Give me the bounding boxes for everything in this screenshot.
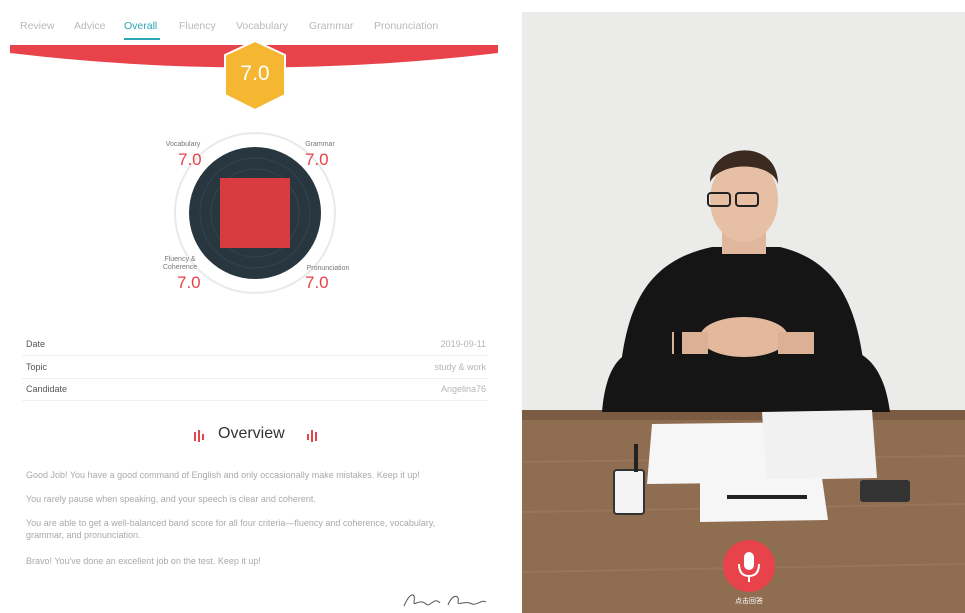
tab-review[interactable]: Review	[20, 20, 54, 32]
info-value: study & work	[434, 362, 486, 372]
overview-paragraph: Good Job! You have a good command of Eng…	[26, 470, 420, 480]
examiner-video: 点击回答	[522, 12, 965, 613]
info-value: 2019-09-11	[440, 339, 486, 349]
tab-vocabulary[interactable]: Vocabulary	[236, 20, 288, 32]
info-value: Angelina76	[440, 384, 486, 394]
overview-heading: Overview	[160, 424, 350, 448]
tab-pronunciation[interactable]: Pronunciation	[374, 20, 438, 32]
tab-advice[interactable]: Advice	[74, 20, 106, 32]
score-area	[220, 178, 290, 248]
tab-bar: Review Advice Overall Fluency Vocabulary…	[0, 0, 500, 42]
video-frame	[522, 12, 965, 613]
tab-fluency[interactable]: Fluency	[179, 20, 216, 32]
overview-paragraph: Bravo! You've done an excellent job on t…	[26, 556, 261, 566]
info-row-topic: Topic study & work	[22, 356, 488, 379]
grammar-label: Grammar	[305, 141, 335, 148]
info-key: Date	[26, 339, 46, 349]
overview-left-bars-icon	[194, 430, 204, 442]
info-key: Candidate	[26, 384, 68, 394]
overview-paragraph: You rarely pause when speaking, and your…	[26, 494, 316, 504]
info-key: Topic	[26, 362, 48, 372]
pronunciation-score: 7.0	[305, 273, 329, 292]
active-tab-indicator	[124, 38, 160, 40]
vocabulary-score: 7.0	[178, 150, 202, 169]
overview-title: Overview	[218, 425, 285, 442]
fluency-label: Fluency & Coherence	[162, 256, 198, 271]
record-caption: 点击回答	[735, 598, 763, 605]
overall-score: 7.0	[240, 62, 270, 85]
pronunciation-label: Pronunciation	[306, 265, 350, 272]
overview-paragraph: You are able to get a well-balanced band…	[26, 518, 436, 540]
criteria-radar-chart: Vocabulary 7.0 Grammar 7.0 Fluency & Coh…	[150, 125, 360, 300]
record-answer-button[interactable]	[723, 540, 775, 592]
info-row-candidate: Candidate Angelina76	[22, 378, 488, 401]
grammar-score: 7.0	[305, 150, 329, 169]
microphone-icon	[738, 552, 760, 582]
tab-overall[interactable]: Overall	[124, 20, 157, 32]
examiner-signature	[403, 594, 487, 607]
overall-score-badge: 7.0	[221, 39, 289, 112]
overview-right-bars-icon	[307, 430, 317, 442]
vocabulary-label: Vocabulary	[165, 141, 201, 148]
info-row-date: Date 2019-09-11	[22, 333, 488, 356]
score-report-panel: Review Advice Overall Fluency Vocabulary…	[0, 0, 512, 613]
fluency-score: 7.0	[177, 273, 201, 292]
tab-grammar[interactable]: Grammar	[309, 20, 353, 32]
